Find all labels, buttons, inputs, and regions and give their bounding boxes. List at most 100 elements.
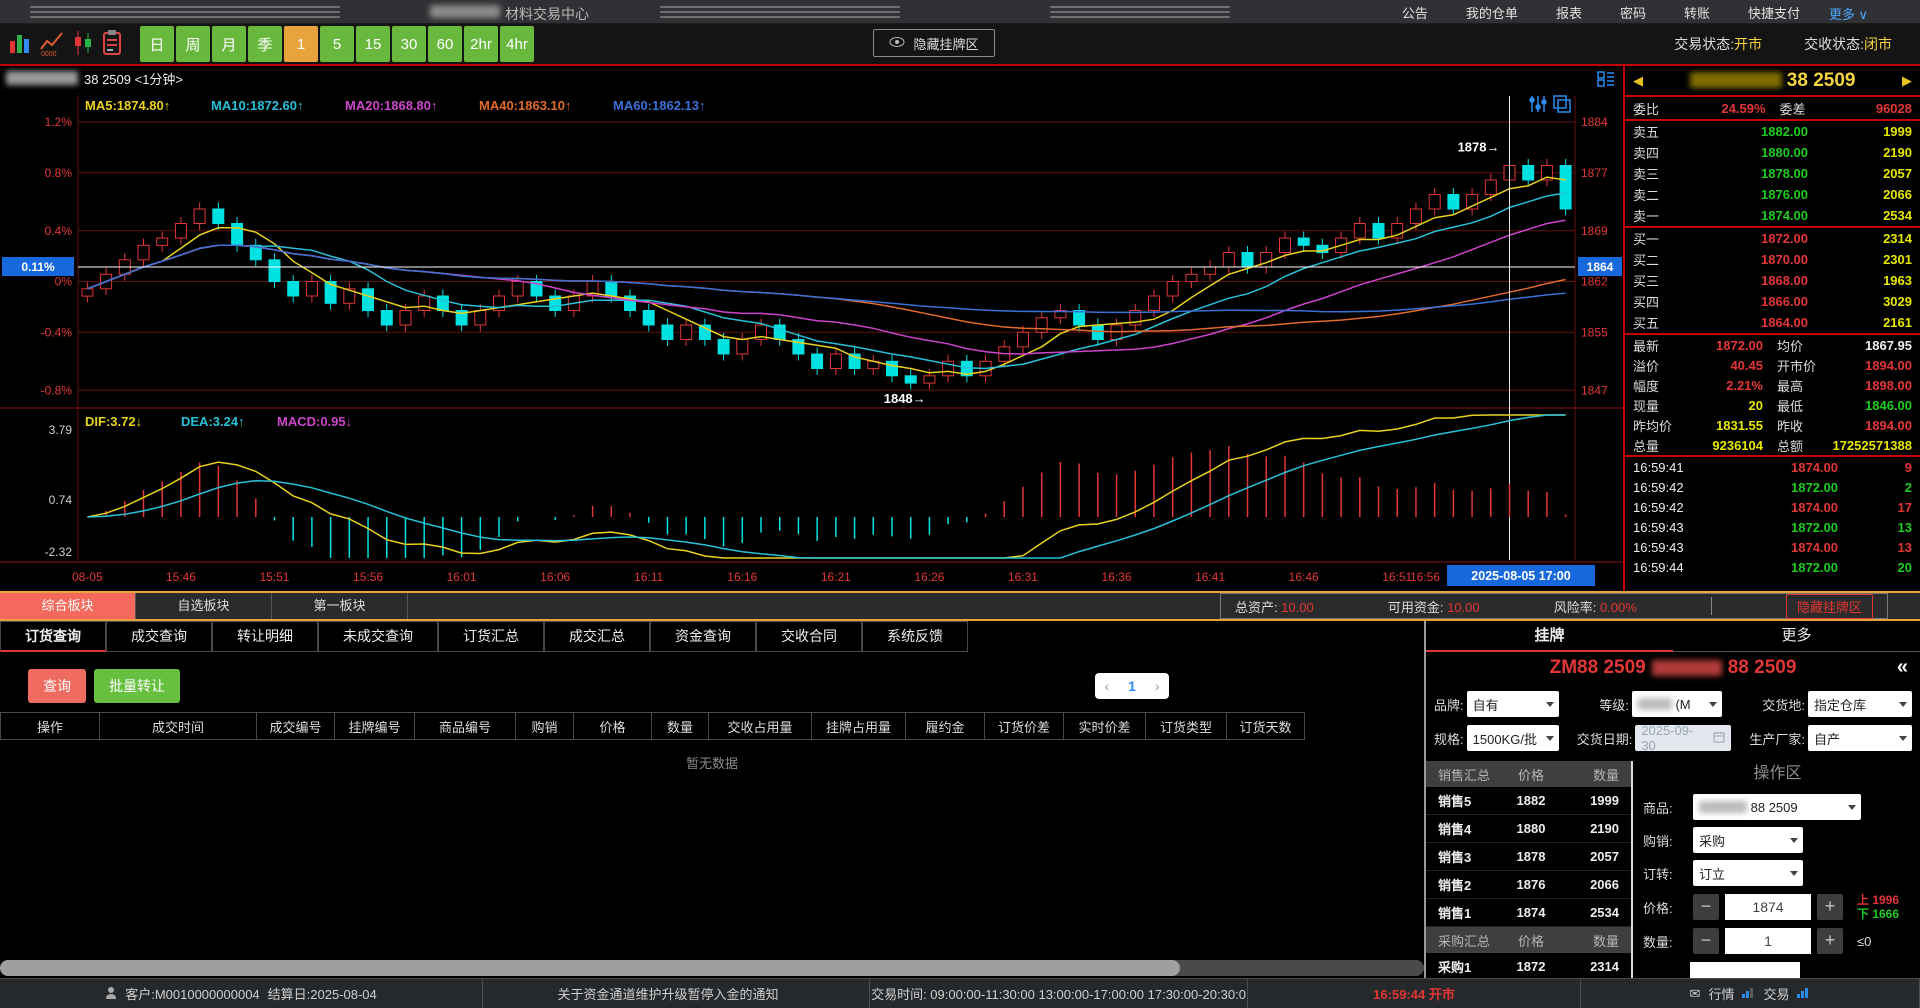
interval-button[interactable]: 2hr — [464, 26, 498, 62]
interval-button[interactable]: 60 — [428, 26, 462, 62]
collapse-icon[interactable]: « — [1897, 656, 1908, 679]
sell-summary-row[interactable]: 销售3 1878 2057 — [1426, 843, 1631, 871]
top-menu-item[interactable]: 密码 — [1620, 3, 1646, 22]
bid-row[interactable]: 买五 1864.00 2161 — [1625, 312, 1920, 333]
column-header[interactable]: 商品编号 — [415, 712, 516, 740]
column-header[interactable]: 实时价差 — [1064, 712, 1146, 740]
interval-button[interactable]: 4hr — [500, 26, 534, 62]
qty-plus-button[interactable]: + — [1817, 928, 1843, 954]
candlestick-chart[interactable]: 1.2% 1884 0.8% 1877 0.4% 1869 0% 1862 -0.4% 1855 -… — [0, 90, 1623, 591]
next-page-icon[interactable]: › — [1155, 678, 1160, 694]
price-minus-button[interactable]: − — [1693, 894, 1719, 920]
board-tab[interactable]: 第一板块 — [272, 593, 408, 619]
delivery-date-input[interactable]: 2025-09-30 — [1635, 723, 1732, 753]
grade-select[interactable]: (M — [1631, 691, 1722, 717]
bar-chart-icon[interactable] — [8, 29, 32, 57]
price-plus-button[interactable]: + — [1817, 894, 1843, 920]
column-header[interactable]: 挂牌编号 — [335, 712, 415, 740]
batch-transfer-button[interactable]: 批量转让 — [94, 669, 180, 703]
commodity-select[interactable]: 88 2509 — [1693, 794, 1861, 820]
message-icon[interactable]: ✉ — [1690, 986, 1701, 1002]
board-tab[interactable]: 自选板块 — [136, 593, 272, 619]
top-menu-item[interactable]: 转账 — [1684, 3, 1710, 22]
interval-button[interactable]: 1 — [284, 26, 318, 62]
interval-button[interactable]: 5 — [320, 26, 354, 62]
more-menu[interactable]: 更多 ∨ — [1829, 4, 1868, 23]
trade-tab[interactable]: 更多 — [1673, 621, 1920, 652]
horizontal-scrollbar[interactable] — [0, 960, 1424, 976]
interval-button[interactable]: 季 — [248, 26, 282, 62]
prev-page-icon[interactable]: ‹ — [1104, 678, 1109, 694]
board-tab[interactable]: 综合板块 — [0, 593, 136, 619]
table-header-row: 操作 成交时间 成交编号 挂牌编号 商品编号 购销 价格 数量 交收占用量 挂牌占用量 履约金 订货价… — [0, 712, 1305, 740]
query-tab[interactable]: 成交汇总 — [544, 621, 650, 652]
query-tab[interactable]: 未成交查询 — [318, 621, 438, 652]
interval-button[interactable]: 月 — [212, 26, 246, 62]
interval-button[interactable]: 15 — [356, 26, 390, 62]
query-tab[interactable]: 成交查询 — [106, 621, 212, 652]
query-button[interactable]: 查询 — [28, 669, 86, 703]
ask-row[interactable]: 卖二 1876.00 2066 — [1625, 184, 1920, 205]
column-header[interactable]: 购销 — [516, 712, 574, 740]
column-header[interactable]: 订货类型 — [1146, 712, 1227, 740]
hide-quote-panel-button[interactable]: 隐藏挂牌区 — [873, 29, 995, 57]
price-input[interactable]: 1874 — [1725, 894, 1811, 920]
next-contract-icon[interactable]: ▶ — [1902, 73, 1912, 89]
sell-summary-row[interactable]: 销售4 1880 2190 — [1426, 815, 1631, 843]
top-menu-item[interactable]: 报表 — [1556, 3, 1582, 22]
query-tab[interactable]: 订货汇总 — [438, 621, 544, 652]
trade-tab[interactable]: 挂牌 — [1426, 621, 1673, 652]
column-header[interactable]: 挂牌占用量 — [812, 712, 906, 740]
hide-listing-button[interactable]: 隐藏挂牌区 — [1785, 593, 1873, 619]
column-header[interactable]: 订货天数 — [1227, 712, 1305, 740]
ask-row[interactable]: 卖四 1880.00 2190 — [1625, 142, 1920, 163]
transfer-select[interactable]: 订立 — [1693, 860, 1803, 886]
notice-text[interactable]: 关于资金通道维护升级暂停入金的通知 — [557, 984, 778, 1003]
sell-summary-row[interactable]: 销售2 1876 2066 — [1426, 871, 1631, 899]
scrollbar-thumb[interactable] — [0, 960, 1180, 976]
top-menu-item[interactable]: 公告 — [1402, 3, 1428, 22]
ask-row[interactable]: 卖三 1878.00 2057 — [1625, 163, 1920, 184]
bid-row[interactable]: 买四 1866.00 3029 — [1625, 291, 1920, 312]
top-menu-item[interactable]: 快捷支付 — [1748, 3, 1800, 22]
bid-row[interactable]: 买二 1870.00 2301 — [1625, 249, 1920, 270]
clipboard-icon[interactable] — [101, 29, 123, 57]
ask-row[interactable]: 卖五 1882.00 1999 — [1625, 121, 1920, 142]
buy-summary-row[interactable]: 采购1 1872 2314 — [1426, 953, 1631, 978]
current-page[interactable]: 1 — [1128, 678, 1136, 694]
query-tab[interactable]: 资金查询 — [650, 621, 756, 652]
column-header[interactable]: 履约金 — [906, 712, 985, 740]
column-header[interactable]: 成交编号 — [257, 712, 335, 740]
brand-select[interactable]: 自有 — [1466, 691, 1559, 717]
sell-summary-row[interactable]: 销售1 1874 2534 — [1426, 899, 1631, 927]
bid-row[interactable]: 买一 1872.00 2314 — [1625, 228, 1920, 249]
column-header[interactable]: 操作 — [0, 712, 100, 740]
bid-row[interactable]: 买三 1868.00 1963 — [1625, 270, 1920, 291]
column-header[interactable]: 交收占用量 — [709, 712, 812, 740]
interval-button[interactable]: 30 — [392, 26, 426, 62]
column-header[interactable]: 数量 — [652, 712, 709, 740]
column-header[interactable]: 成交时间 — [100, 712, 257, 740]
query-tab[interactable]: 订货查询 — [0, 621, 106, 652]
delivery-place-select[interactable]: 指定仓库 — [1808, 691, 1912, 717]
side-select[interactable]: 采购 — [1693, 827, 1803, 853]
query-tab[interactable]: 交收合同 — [756, 621, 862, 652]
interval-button[interactable]: 日 — [140, 26, 174, 62]
prev-contract-icon[interactable]: ◀ — [1633, 73, 1643, 89]
ask-row[interactable]: 卖一 1874.00 2534 — [1625, 205, 1920, 226]
qty-input[interactable]: 1 — [1725, 928, 1811, 954]
spec-select[interactable]: 1500KG/批 — [1466, 725, 1559, 751]
column-header[interactable]: 价格 — [574, 712, 652, 740]
limit-up: 上 1996 — [1857, 893, 1900, 907]
sell-summary-row[interactable]: 销售5 1882 1999 — [1426, 787, 1631, 815]
interval-button[interactable]: 周 — [176, 26, 210, 62]
layout-grid-icon[interactable] — [1597, 71, 1615, 90]
query-tab[interactable]: 系统反馈 — [862, 621, 968, 652]
candlestick-icon[interactable] — [72, 29, 94, 57]
qty-minus-button[interactable]: − — [1693, 928, 1719, 954]
top-menu-item[interactable]: 我的仓单 — [1466, 3, 1518, 22]
maker-select[interactable]: 自产 — [1808, 725, 1912, 751]
column-header[interactable]: 订货价差 — [985, 712, 1064, 740]
line-chart-icon[interactable]: 0000 — [39, 29, 65, 57]
query-tab[interactable]: 转让明细 — [212, 621, 318, 652]
